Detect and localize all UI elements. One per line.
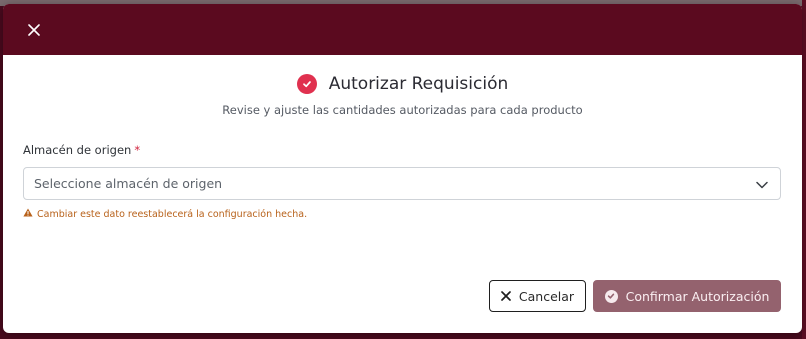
origin-warehouse-placeholder: Seleccione almacén de origen: [34, 176, 223, 191]
close-button[interactable]: [23, 19, 45, 41]
cancel-button[interactable]: Cancelar: [489, 280, 586, 312]
close-icon: [501, 289, 511, 304]
dialog-header: [3, 4, 802, 55]
check-circle-icon: [604, 289, 618, 303]
warning-text: Cambiar este dato reestablecerá la confi…: [37, 208, 308, 220]
required-marker: *: [134, 143, 141, 157]
origin-warehouse-label: Almacén de origen *: [23, 143, 140, 157]
origin-warehouse-select[interactable]: Seleccione almacén de origen: [23, 167, 781, 200]
backdrop-right-strip: [802, 0, 806, 339]
close-icon[interactable]: [28, 21, 40, 40]
origin-warehouse-label-text: Almacén de origen: [23, 143, 132, 157]
dialog-title-row: Autorizar Requisición: [3, 72, 802, 96]
dialog-subtitle: Revise y ajuste las cantidades autorizad…: [222, 103, 583, 117]
confirm-authorization-button[interactable]: Confirmar Autorización: [593, 280, 781, 312]
check-circle-icon: [296, 74, 317, 94]
authorize-requisition-dialog: Autorizar Requisición Revise y ajuste la…: [3, 4, 802, 333]
chevron-down-icon[interactable]: [756, 174, 768, 193]
origin-warning: Cambiar este dato reestablecerá la confi…: [23, 208, 307, 220]
dialog-title: Autorizar Requisición: [328, 74, 509, 94]
confirm-button-label: Confirmar Autorización: [625, 288, 770, 304]
cancel-button-label: Cancelar: [518, 288, 575, 304]
warning-icon: [23, 208, 33, 220]
